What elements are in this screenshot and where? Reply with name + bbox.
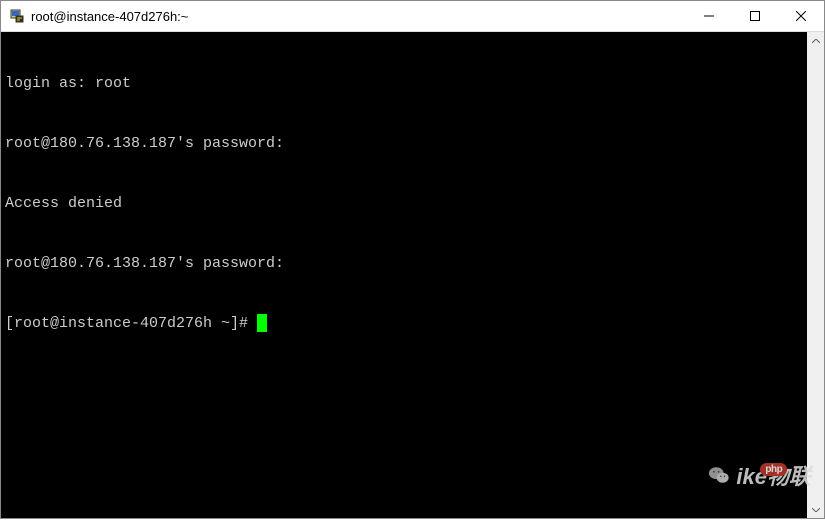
scroll-up-button[interactable]	[807, 32, 824, 49]
terminal-prompt-line: [root@instance-407d276h ~]#	[5, 314, 803, 334]
chevron-down-icon	[812, 508, 820, 512]
maximize-button[interactable]	[732, 1, 778, 31]
terminal-line: Access denied	[5, 194, 803, 214]
scroll-thumb[interactable]	[807, 49, 824, 501]
terminal-line: login as: root	[5, 74, 803, 94]
terminal-line: root@180.76.138.187's password:	[5, 134, 803, 154]
minimize-button[interactable]	[686, 1, 732, 31]
close-icon	[796, 11, 806, 21]
terminal-cursor	[257, 314, 267, 332]
window-controls	[686, 1, 824, 31]
terminal-container: login as: root root@180.76.138.187's pas…	[1, 32, 824, 518]
chevron-up-icon	[812, 39, 820, 43]
minimize-icon	[704, 11, 714, 21]
putty-icon	[9, 8, 25, 24]
putty-window: root@instance-407d276h:~ login as: root …	[0, 0, 825, 519]
terminal-line: root@180.76.138.187's password:	[5, 254, 803, 274]
terminal-prompt: [root@instance-407d276h ~]#	[5, 315, 257, 332]
close-button[interactable]	[778, 1, 824, 31]
scrollbar[interactable]	[807, 32, 824, 518]
titlebar[interactable]: root@instance-407d276h:~	[1, 1, 824, 32]
maximize-icon	[750, 11, 760, 21]
window-title: root@instance-407d276h:~	[31, 9, 686, 24]
scroll-down-button[interactable]	[807, 501, 824, 518]
terminal[interactable]: login as: root root@180.76.138.187's pas…	[1, 32, 807, 518]
